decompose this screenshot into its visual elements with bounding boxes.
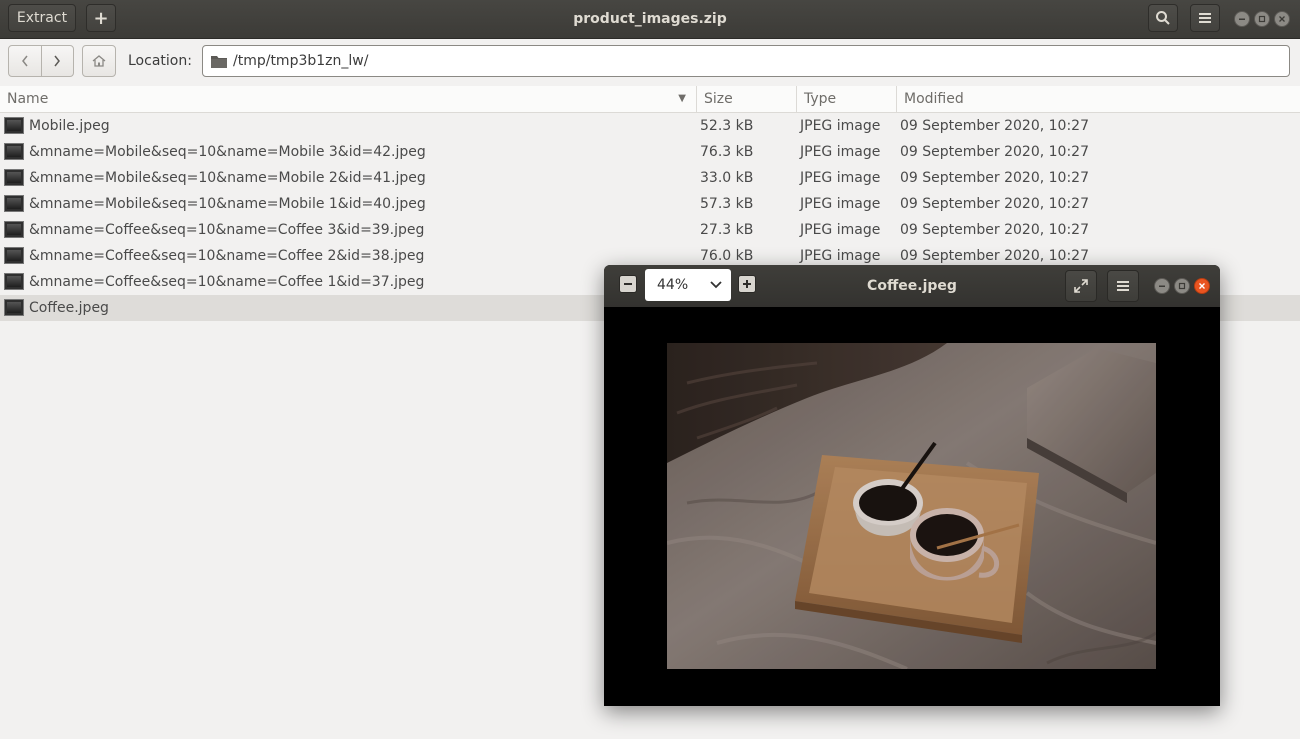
file-type: JPEG image	[800, 118, 881, 134]
image-viewer-window: 44% Coffee.jpeg	[604, 265, 1220, 706]
file-type: JPEG image	[800, 196, 881, 212]
sort-descending-icon: ▼	[678, 93, 686, 104]
home-button[interactable]	[82, 45, 116, 77]
file-size: 76.3 kB	[700, 144, 754, 160]
location-bar: Location: /tmp/tmp3b1zn_lw/	[0, 39, 1300, 85]
minus-icon	[624, 283, 632, 285]
forward-button[interactable]	[40, 46, 74, 76]
file-row[interactable]: Mobile.jpeg 52.3 kB JPEG image 09 Septem…	[0, 113, 1300, 139]
chevron-down-icon	[710, 281, 722, 289]
file-name: &mname=Mobile&seq=10&name=Mobile 3&id=42…	[29, 144, 426, 160]
close-icon	[1199, 283, 1205, 289]
image-thumbnail-icon	[4, 247, 24, 264]
close-icon	[1279, 16, 1285, 22]
file-size: 52.3 kB	[700, 118, 754, 134]
file-name: &mname=Mobile&seq=10&name=Mobile 2&id=41…	[29, 170, 426, 186]
file-size: 27.3 kB	[700, 222, 754, 238]
minimize-icon	[1239, 18, 1245, 20]
location-path: /tmp/tmp3b1zn_lw/	[233, 53, 369, 69]
file-type: JPEG image	[800, 222, 881, 238]
file-name: &mname=Coffee&seq=10&name=Coffee 2&id=38…	[29, 248, 425, 264]
file-row[interactable]: &mname=Mobile&seq=10&name=Mobile 2&id=41…	[0, 165, 1300, 191]
viewer-window-controls	[1154, 278, 1210, 294]
hamburger-icon	[1199, 13, 1211, 23]
search-button[interactable]	[1148, 4, 1178, 32]
close-button[interactable]	[1274, 11, 1290, 27]
file-list-header: Name ▼ Size Type Modified	[0, 86, 1300, 113]
column-header-modified[interactable]: Modified	[897, 86, 1300, 112]
plus-icon	[743, 280, 751, 288]
viewer-minimize-button[interactable]	[1154, 278, 1170, 294]
archive-headerbar: Extract + product_images.zip	[0, 0, 1300, 39]
maximize-button[interactable]	[1254, 11, 1270, 27]
image-thumbnail-icon	[4, 273, 24, 290]
file-type: JPEG image	[800, 144, 881, 160]
image-thumbnail-icon	[4, 195, 24, 212]
column-header-type[interactable]: Type	[797, 86, 897, 112]
zoom-level-value: 44%	[657, 277, 689, 293]
file-name: Coffee.jpeg	[29, 300, 109, 316]
maximize-icon	[1258, 15, 1266, 23]
file-type: JPEG image	[800, 170, 881, 186]
minimize-button[interactable]	[1234, 11, 1250, 27]
file-modified: 09 September 2020, 10:27	[900, 118, 1089, 134]
column-header-size[interactable]: Size	[697, 86, 797, 112]
image-thumbnail-icon	[4, 221, 24, 238]
file-modified: 09 September 2020, 10:27	[900, 170, 1089, 186]
file-row[interactable]: &mname=Mobile&seq=10&name=Mobile 3&id=42…	[0, 139, 1300, 165]
file-row[interactable]: &mname=Coffee&seq=10&name=Coffee 3&id=39…	[0, 217, 1300, 243]
fullscreen-icon	[1074, 279, 1088, 293]
zoom-level-select[interactable]: 44%	[645, 269, 731, 301]
chevron-right-icon	[54, 55, 61, 67]
maximize-icon	[1178, 282, 1186, 290]
image-thumbnail-icon	[4, 169, 24, 186]
column-header-name[interactable]: Name ▼	[0, 86, 697, 112]
viewer-close-button[interactable]	[1194, 278, 1210, 294]
navigation-buttons	[8, 45, 74, 77]
file-size: 33.0 kB	[700, 170, 754, 186]
image-canvas[interactable]	[604, 307, 1220, 706]
coffee-photo	[667, 343, 1156, 669]
image-thumbnail-icon	[4, 117, 24, 134]
hamburger-icon	[1117, 281, 1129, 291]
column-header-name-label: Name	[7, 91, 49, 107]
file-name: &mname=Coffee&seq=10&name=Coffee 1&id=37…	[29, 274, 425, 290]
zoom-in-button[interactable]	[738, 275, 756, 293]
search-icon	[1156, 11, 1170, 25]
location-field[interactable]: /tmp/tmp3b1zn_lw/	[202, 45, 1290, 77]
window-title: product_images.zip	[573, 11, 727, 27]
viewer-maximize-button[interactable]	[1174, 278, 1190, 294]
back-button[interactable]	[9, 46, 41, 76]
viewer-menu-button[interactable]	[1107, 270, 1139, 302]
minimize-icon	[1159, 285, 1165, 287]
extract-button[interactable]: Extract	[8, 4, 76, 32]
file-modified: 09 September 2020, 10:27	[900, 222, 1089, 238]
window-controls	[1234, 11, 1290, 27]
image-thumbnail-icon	[4, 143, 24, 160]
file-row[interactable]: &mname=Mobile&seq=10&name=Mobile 1&id=40…	[0, 191, 1300, 217]
fullscreen-button[interactable]	[1065, 270, 1097, 302]
home-icon	[92, 55, 106, 67]
location-label: Location:	[128, 53, 192, 69]
file-name: Mobile.jpeg	[29, 118, 110, 134]
zoom-out-button[interactable]	[619, 275, 637, 293]
add-files-button[interactable]: +	[86, 4, 116, 32]
file-modified: 09 September 2020, 10:27	[900, 196, 1089, 212]
file-name: &mname=Mobile&seq=10&name=Mobile 1&id=40…	[29, 196, 426, 212]
file-modified: 09 September 2020, 10:27	[900, 144, 1089, 160]
chevron-left-icon	[21, 55, 28, 67]
viewer-headerbar: 44% Coffee.jpeg	[604, 265, 1220, 307]
file-name: &mname=Coffee&seq=10&name=Coffee 3&id=39…	[29, 222, 425, 238]
folder-icon	[211, 55, 227, 68]
menu-button[interactable]	[1190, 4, 1220, 32]
file-size: 57.3 kB	[700, 196, 754, 212]
image-thumbnail-icon	[4, 299, 24, 316]
